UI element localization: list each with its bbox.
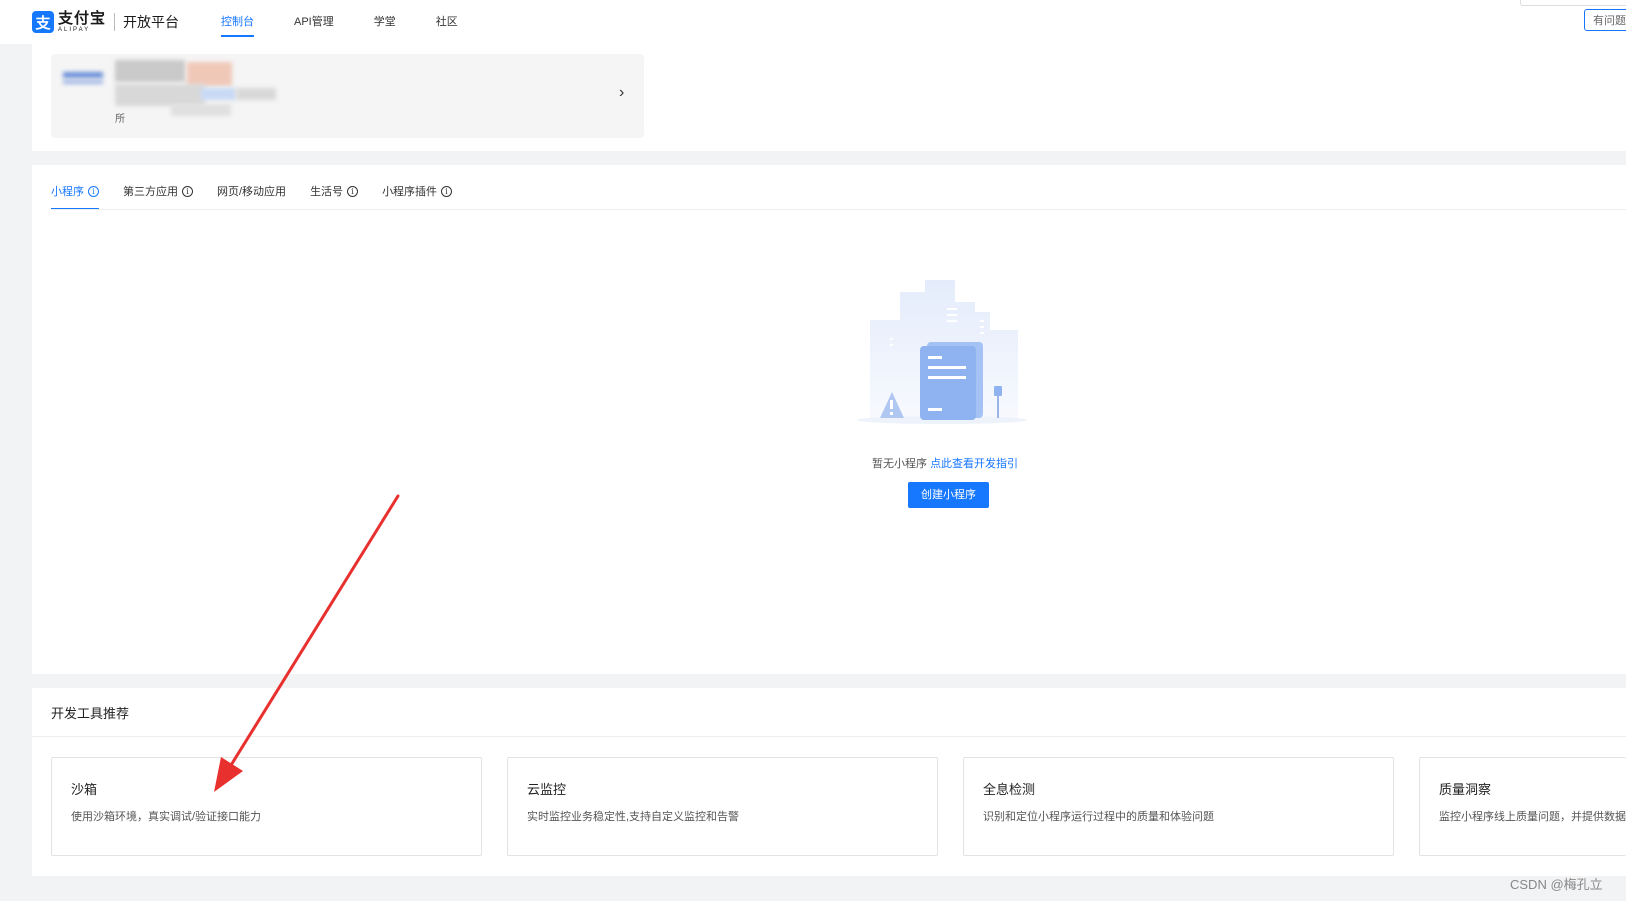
tab-label: 生活号 [310, 186, 344, 198]
tool-card-cloud-monitor[interactable]: 云监控 实时监控业务稳定性,支持自定义监控和告警 [507, 757, 938, 856]
empty-message: 暂无小程序 [872, 458, 927, 470]
empty-state-text: 暂无小程序 点此查看开发指引 [872, 455, 1018, 471]
info-icon[interactable]: i [441, 186, 453, 197]
redacted-block [187, 62, 232, 86]
tab-mini-program-plugin[interactable]: 小程序插件 i [382, 178, 453, 210]
tool-title: 沙箱 [71, 782, 98, 797]
create-mini-program-button[interactable]: 创建小程序 [908, 482, 989, 508]
chevron-right-icon[interactable]: › [619, 84, 624, 102]
tab-label: 网页/移动应用 [217, 186, 287, 198]
info-icon[interactable]: i [182, 186, 193, 197]
nav-academy[interactable]: 学堂 [374, 0, 396, 44]
redacted-block [115, 84, 205, 106]
tool-card-quality-insight[interactable]: 质量洞察 监控小程序线上质量问题，并提供数据 [1419, 757, 1626, 856]
account-label: 所 [115, 114, 125, 125]
logo-divider [114, 13, 116, 31]
tab-life-account[interactable]: 生活号 i [310, 178, 359, 210]
platform-name: 开放平台 [123, 14, 180, 30]
redacted-block [236, 88, 276, 100]
tool-desc: 监控小程序线上质量问题，并提供数据 [1439, 811, 1626, 823]
info-icon[interactable]: i [88, 186, 99, 197]
tool-desc: 识别和定位小程序运行过程中的质量和体验问题 [983, 811, 1214, 823]
account-card[interactable] [51, 54, 644, 138]
alipay-logo-icon: 支 [32, 11, 54, 33]
tool-card-sandbox[interactable]: 沙箱 使用沙箱环境，真实调试/验证接口能力 [51, 757, 482, 856]
tool-title: 质量洞察 [1439, 782, 1492, 797]
info-icon[interactable]: i [347, 186, 359, 197]
redacted-block [63, 72, 103, 78]
tab-mini-program[interactable]: 小程序 i [51, 178, 99, 210]
top-right-dropdown-edge [1520, 0, 1626, 6]
redacted-block [115, 60, 185, 82]
redacted-block [171, 104, 231, 116]
tab-label: 第三方应用 [123, 186, 178, 198]
nav-community[interactable]: 社区 [436, 0, 458, 44]
watermark: CSDN @梅孔立 [1510, 877, 1603, 892]
section-title: 开发工具推荐 [51, 706, 130, 721]
redacted-block [63, 80, 103, 84]
logo-brand: 支付宝 ALIPAY [58, 11, 106, 33]
help-button[interactable]: 有问题 [1584, 9, 1626, 31]
app-type-tabs: 小程序 i 第三方应用 i 网页/移动应用 生活号 i 小程序插件 i [51, 178, 476, 210]
top-nav: 控制台 API管理 学堂 社区 [221, 0, 498, 44]
section-divider [32, 736, 1626, 737]
tab-web-mobile-app[interactable]: 网页/移动应用 [217, 178, 286, 210]
tab-label: 小程序 [51, 186, 84, 198]
tool-title: 云监控 [527, 782, 567, 797]
tool-desc: 使用沙箱环境，真实调试/验证接口能力 [71, 811, 262, 823]
logo[interactable]: 支 支付宝 ALIPAY 开放平台 [32, 11, 179, 33]
empty-document-icon [857, 280, 1027, 424]
nav-console[interactable]: 控制台 [221, 0, 254, 44]
brand-name-en: ALIPAY [58, 27, 91, 33]
tab-third-party-app[interactable]: 第三方应用 i [123, 178, 193, 210]
tabs-divider [51, 209, 1626, 210]
tool-title: 全息检测 [983, 782, 1036, 797]
brand-name: 支付宝 [58, 10, 107, 27]
nav-api-management[interactable]: API管理 [294, 0, 334, 44]
tool-desc: 实时监控业务稳定性,支持自定义监控和告警 [527, 811, 740, 823]
redacted-block [201, 88, 236, 100]
tab-label: 小程序插件 [382, 186, 438, 198]
dev-guide-link[interactable]: 点此查看开发指引 [930, 458, 1018, 470]
tool-card-holographic-detection[interactable]: 全息检测 识别和定位小程序运行过程中的质量和体验问题 [963, 757, 1394, 856]
apps-section [32, 165, 1626, 674]
